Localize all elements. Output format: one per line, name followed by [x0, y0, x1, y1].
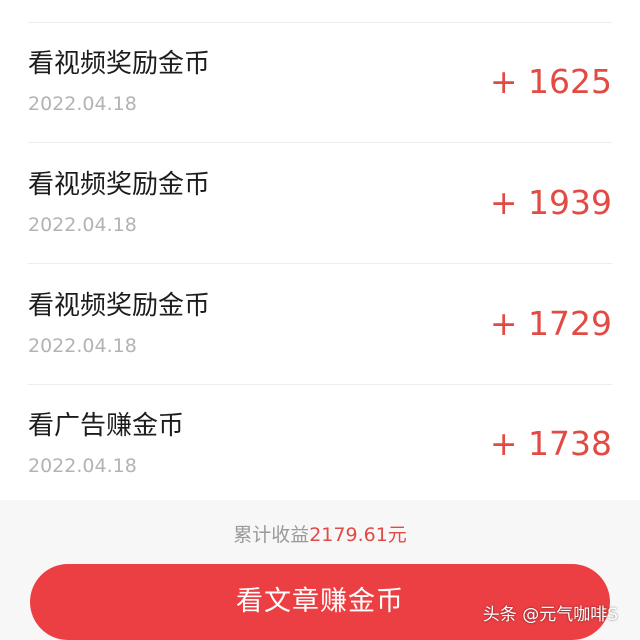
coin-record-list: 看视频奖励金币 2022.04.18 + 1625 看视频奖励金币 2022.0… — [0, 0, 640, 500]
record-amount: + 1625 — [489, 62, 612, 101]
total-earnings-value: 2179.61元 — [309, 524, 407, 546]
record-title: 看广告赚金币 — [28, 411, 185, 441]
record-amount: + 1939 — [489, 183, 612, 222]
read-articles-earn-coins-button[interactable]: 看文章赚金币 — [30, 564, 610, 640]
list-item: 看视频奖励金币 2022.04.18 + 1939 — [0, 121, 640, 264]
record-title: 看视频奖励金币 — [28, 170, 211, 200]
list-item: 看广告赚金币 2022.04.18 + 1738 — [0, 362, 640, 483]
watermark: 头条 @元气咖啡S — [482, 605, 618, 625]
total-earnings-label: 累计收益 — [233, 524, 310, 546]
record-date: 2022.04.18 — [28, 214, 137, 236]
record-title: 看视频奖励金币 — [28, 49, 211, 79]
record-title: 看视频奖励金币 — [28, 291, 211, 321]
record-amount: + 1738 — [489, 424, 612, 463]
coin-records-screen: 看视频奖励金币 2022.04.18 + 1625 看视频奖励金币 2022.0… — [0, 0, 640, 640]
record-date: 2022.04.18 — [28, 455, 137, 477]
record-amount: + 1729 — [489, 304, 612, 343]
list-item: 看视频奖励金币 2022.04.18 + 1625 — [0, 0, 640, 143]
record-date: 2022.04.18 — [28, 335, 137, 357]
list-item: 看视频奖励金币 2022.04.18 + 1729 — [0, 242, 640, 385]
record-date: 2022.04.18 — [28, 93, 137, 115]
total-earnings: 累计收益2179.61元 — [0, 522, 640, 548]
